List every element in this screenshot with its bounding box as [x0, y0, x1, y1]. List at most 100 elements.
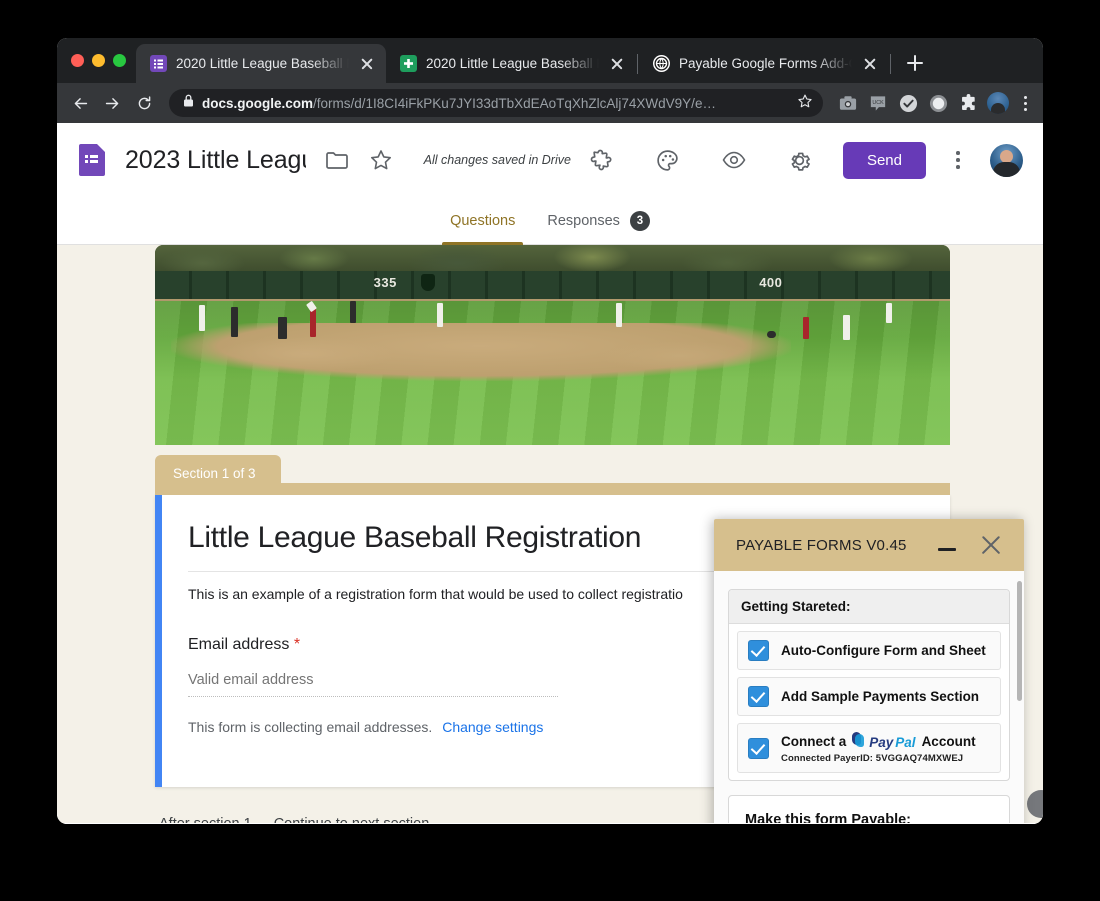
- connect-paypal-block: Connect a PayPal Account Connected Payer…: [781, 732, 976, 764]
- connect-paypal-label: Connect a PayPal Account: [781, 732, 976, 750]
- browser-toolbar: docs.google.com/forms/d/1I8CI4iFkPKu7JYI…: [57, 83, 1043, 123]
- reload-button[interactable]: [129, 88, 159, 118]
- folder-icon[interactable]: [324, 147, 350, 173]
- form-banner-image[interactable]: 335 400: [155, 245, 950, 445]
- url-domain: docs.google.com: [202, 96, 313, 111]
- bookmark-star-icon[interactable]: [797, 93, 813, 114]
- payable-forms-addon-panel: PAYABLE FORMS V0.45 Getting Stareted: Au…: [714, 519, 1024, 823]
- window-close-button[interactable]: [71, 54, 84, 67]
- fence-logo-icon: [421, 274, 435, 291]
- forms-canvas: 335 400 Section 1 of 3 Little League B: [57, 245, 1043, 823]
- address-bar-url: docs.google.com/forms/d/1I8CI4iFkPKu7JYI…: [202, 96, 789, 111]
- getting-started-header: Getting Stareted:: [729, 590, 1009, 624]
- star-icon[interactable]: [368, 147, 394, 173]
- tab-questions-label: Questions: [450, 213, 515, 229]
- checkbox-checked-icon[interactable]: [748, 686, 769, 707]
- fence-distance-400: 400: [759, 275, 782, 290]
- sample-payments-label: Add Sample Payments Section: [781, 689, 979, 704]
- browser-tab-strip: 2020 Little League Baseball Re 2020 Litt…: [57, 38, 1043, 83]
- tab-close-icon[interactable]: [608, 55, 626, 73]
- forms-tab-bar: Questions Responses 3: [57, 197, 1043, 245]
- form-title-wrapper[interactable]: 2023 Little League Ba: [125, 146, 306, 175]
- paypal-logo-icon: PayPal: [852, 732, 915, 750]
- checkmark-icon[interactable]: [895, 90, 921, 116]
- checkbox-row-auto-configure[interactable]: Auto-Configure Form and Sheet: [737, 631, 1001, 670]
- connect-label-after: Account: [922, 734, 976, 749]
- side-scroll-handle[interactable]: [1027, 790, 1043, 818]
- forms-header-actions: Send: [571, 142, 1023, 179]
- after-section-value[interactable]: Continue to next section: [274, 816, 430, 823]
- email-input[interactable]: [188, 672, 558, 697]
- email-label-text: Email address: [188, 636, 289, 653]
- checkbox-checked-icon[interactable]: [748, 640, 769, 661]
- back-button[interactable]: [65, 88, 95, 118]
- form-title[interactable]: 2023 Little League Ba: [125, 146, 306, 175]
- window-traffic-lights: [67, 38, 136, 83]
- addon-panel-title: PAYABLE FORMS V0.45: [736, 537, 907, 554]
- browser-tab-title: 2020 Little League Baseball Re: [176, 56, 349, 71]
- camera-icon[interactable]: [835, 90, 861, 116]
- make-payable-card: Make this form Payable: Yes Payable: [728, 795, 1010, 823]
- browser-window: 2020 Little League Baseball Re 2020 Litt…: [57, 38, 1043, 824]
- window-maximize-button[interactable]: [113, 54, 126, 67]
- change-settings-link[interactable]: Change settings: [442, 719, 543, 735]
- make-payable-question: Make this form Payable:: [745, 812, 993, 823]
- circle-icon[interactable]: [925, 90, 951, 116]
- preview-eye-icon[interactable]: [721, 147, 747, 173]
- tab-close-icon[interactable]: [358, 55, 376, 73]
- address-bar[interactable]: docs.google.com/forms/d/1I8CI4iFkPKu7JYI…: [169, 89, 823, 117]
- addon-panel-header: PAYABLE FORMS V0.45: [714, 519, 1024, 571]
- window-minimize-button[interactable]: [92, 54, 105, 67]
- user-account-avatar[interactable]: [990, 144, 1023, 177]
- checkbox-row-connect-paypal[interactable]: Connect a PayPal Account Connected Payer…: [737, 723, 1001, 773]
- responses-count-badge: 3: [630, 211, 650, 231]
- auto-configure-label: Auto-Configure Form and Sheet: [781, 643, 986, 658]
- forms-header: 2023 Little League Ba All changes saved …: [57, 123, 1043, 197]
- getting-started-card: Getting Stareted: Auto-Configure Form an…: [728, 589, 1010, 781]
- forms-more-menu-kebab-icon[interactable]: [948, 151, 968, 169]
- tab-separator: [637, 54, 638, 74]
- forward-button[interactable]: [97, 88, 127, 118]
- svg-text:UCK: UCK: [872, 99, 884, 105]
- browser-tab-sheets[interactable]: 2020 Little League Baseball Re: [386, 44, 636, 83]
- paypal-mark-icon: [852, 732, 865, 747]
- tab-responses-label: Responses: [547, 213, 620, 229]
- after-section-label: After section 1: [159, 816, 252, 823]
- required-asterisk: *: [294, 636, 300, 653]
- globe-favicon-icon: [653, 55, 670, 72]
- close-icon[interactable]: [976, 530, 1006, 560]
- checkbox-checked-icon[interactable]: [748, 738, 769, 759]
- tab-responses[interactable]: Responses 3: [531, 197, 666, 245]
- connected-payer-id: Connected PayerID: 5VGGAQ74MXWEJ: [781, 753, 976, 764]
- browser-tab-forms[interactable]: 2020 Little League Baseball Re: [136, 44, 386, 83]
- browser-tab-payable-addon[interactable]: Payable Google Forms Add-On: [639, 44, 889, 83]
- addon-panel-body: Getting Stareted: Auto-Configure Form an…: [714, 571, 1024, 823]
- google-forms-logo-icon: [79, 144, 105, 176]
- browser-profile-avatar[interactable]: [987, 92, 1009, 114]
- lock-icon: [183, 94, 194, 112]
- fence-distance-335: 335: [374, 275, 397, 290]
- tab-questions[interactable]: Questions: [434, 197, 531, 245]
- tab-separator: [890, 54, 891, 74]
- connect-label-before: Connect a: [781, 734, 846, 749]
- checkbox-row-sample-payments[interactable]: Add Sample Payments Section: [737, 677, 1001, 716]
- google-forms-app: 2023 Little League Ba All changes saved …: [57, 123, 1043, 824]
- url-path: /forms/d/1I8CI4iFkPKu7JYI33dTbXdEAoTqXhZ…: [313, 96, 716, 111]
- addon-panel-scrollbar[interactable]: [1017, 581, 1022, 701]
- send-button[interactable]: Send: [843, 142, 926, 179]
- minimize-icon[interactable]: [933, 531, 961, 559]
- browser-tab-title: 2020 Little League Baseball Re: [426, 56, 599, 71]
- tab-close-icon[interactable]: [861, 55, 879, 73]
- extensions-puzzle-icon[interactable]: [955, 90, 981, 116]
- section-indicator: Section 1 of 3: [155, 455, 281, 491]
- google-sheets-favicon-icon: [400, 55, 417, 72]
- new-tab-button[interactable]: [900, 48, 930, 78]
- collecting-note-text: This form is collecting email addresses.: [188, 719, 432, 735]
- browser-menu-kebab-icon[interactable]: [1015, 96, 1035, 111]
- addons-puzzle-icon[interactable]: [589, 147, 615, 173]
- settings-gear-icon[interactable]: [787, 147, 813, 173]
- theme-palette-icon[interactable]: [655, 147, 681, 173]
- screenshot-annotate-icon[interactable]: UCK: [865, 90, 891, 116]
- banner-outfield-fence: [155, 271, 950, 301]
- browser-tab-title: Payable Google Forms Add-On: [679, 56, 852, 71]
